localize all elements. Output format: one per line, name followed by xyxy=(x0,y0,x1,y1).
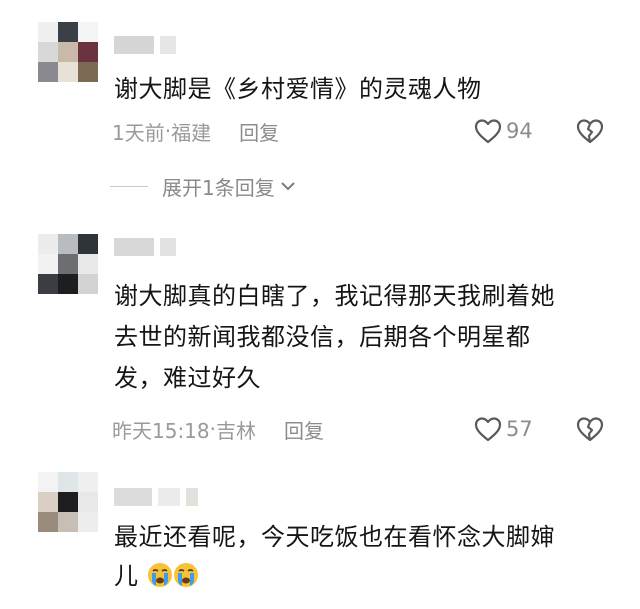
username[interactable] xyxy=(114,486,198,508)
crying-face-icon xyxy=(173,563,198,587)
like-count: 94 xyxy=(506,119,533,143)
comment-text-fragment: 儿 xyxy=(114,562,139,590)
reply-button[interactable]: 回复 xyxy=(284,415,324,444)
comment-meta: 昨天15:18 · 吉林 回复 xyxy=(112,414,324,444)
heart-icon xyxy=(474,417,502,442)
comment-text-line: 谢大脚真的白瞎了，我记得那天我刷着她 xyxy=(114,282,555,310)
comment-location: 福建 xyxy=(171,120,212,145)
divider xyxy=(110,185,148,187)
expand-replies-button[interactable]: 展开1条回复 xyxy=(110,172,297,200)
avatar[interactable] xyxy=(38,472,100,534)
avatar[interactable] xyxy=(38,22,100,84)
username[interactable] xyxy=(114,236,176,258)
avatar[interactable] xyxy=(38,234,100,296)
reply-button[interactable]: 回复 xyxy=(239,117,279,146)
comment-meta: 1天前 · 福建 回复 xyxy=(112,116,279,146)
comment-time: 昨天15:18 xyxy=(112,418,210,443)
comment-text-line: 发，难过好久 xyxy=(114,364,261,392)
comment-text-line: 最近还看呢，今天吃饭也在看怀念大脚婶 xyxy=(114,523,555,551)
broken-heart-icon xyxy=(576,119,604,144)
like-count: 57 xyxy=(506,417,533,441)
heart-icon xyxy=(474,119,502,144)
comment-text-line: 去世的新闻我都没信，后期各个明星都 xyxy=(114,323,531,351)
dislike-button[interactable] xyxy=(576,414,604,444)
comment-text: 谢大脚真的白瞎了，我记得那天我刷着她 去世的新闻我都没信，后期各个明星都 发，难… xyxy=(114,277,614,397)
username[interactable] xyxy=(114,34,176,56)
dislike-button[interactable] xyxy=(576,116,604,146)
crying-face-icon xyxy=(147,563,172,587)
comment-text: 谢大脚是《乡村爱情》的灵魂人物 xyxy=(114,75,482,103)
like-button[interactable]: 94 xyxy=(474,116,533,146)
expand-replies-label: 展开1条回复 xyxy=(162,175,275,200)
comment-location: 吉林 xyxy=(216,418,256,443)
comment-time: 1天前 xyxy=(112,120,165,145)
comment-text-line: 儿 xyxy=(114,557,614,595)
chevron-down-icon xyxy=(281,182,295,191)
like-button[interactable]: 57 xyxy=(474,414,533,444)
comment-text: 最近还看呢，今天吃饭也在看怀念大脚婶 儿 xyxy=(114,518,614,595)
broken-heart-icon xyxy=(576,417,604,442)
